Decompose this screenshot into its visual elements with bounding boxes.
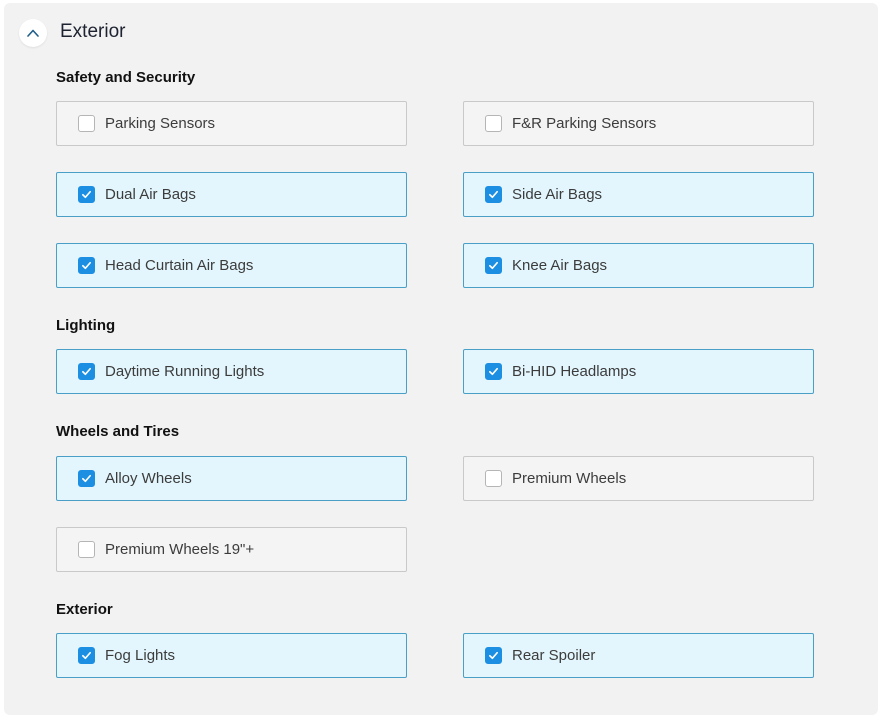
checkbox[interactable] (78, 115, 95, 132)
checkmark-icon (489, 261, 498, 270)
option-label: Knee Air Bags (512, 257, 608, 274)
checkbox[interactable] (78, 647, 95, 664)
option-label: Side Air Bags (512, 186, 603, 203)
chevron-up-icon (27, 29, 39, 37)
checkbox[interactable] (485, 647, 502, 664)
checkmark-icon (82, 190, 91, 199)
group-title-wheels-tires: Wheels and Tires (56, 423, 180, 440)
checkbox[interactable] (78, 470, 95, 487)
option-parking-sensors[interactable]: Parking Sensors (56, 101, 407, 146)
section-title: Exterior (60, 21, 126, 42)
checkbox[interactable] (78, 186, 95, 203)
checkmark-icon (489, 190, 498, 199)
option-rear-spoiler[interactable]: Rear Spoiler (463, 633, 814, 678)
checkmark-icon (489, 367, 498, 376)
option-label: Parking Sensors (105, 115, 216, 132)
option-label: Bi-HID Headlamps (512, 363, 637, 380)
option-daytime-running-lights[interactable]: Daytime Running Lights (56, 349, 407, 394)
option-label: Alloy Wheels (105, 470, 192, 487)
option-label: Head Curtain Air Bags (105, 257, 254, 274)
checkmark-icon (82, 367, 91, 376)
option-side-air-bags[interactable]: Side Air Bags (463, 172, 814, 217)
group-title-lighting: Lighting (56, 317, 116, 334)
checkbox[interactable] (78, 363, 95, 380)
checkbox[interactable] (485, 470, 502, 487)
option-label: Daytime Running Lights (105, 363, 265, 380)
checkbox[interactable] (78, 257, 95, 274)
checkmark-icon (82, 651, 91, 660)
checkbox[interactable] (485, 186, 502, 203)
checkmark-icon (489, 651, 498, 660)
option-label: Fog Lights (105, 647, 176, 664)
option-head-curtain-air-bags[interactable]: Head Curtain Air Bags (56, 243, 407, 288)
option-label: Dual Air Bags (105, 186, 196, 203)
checkbox[interactable] (485, 363, 502, 380)
checkbox[interactable] (78, 541, 95, 558)
option-label: Premium Wheels (512, 470, 627, 487)
collapse-toggle-button[interactable] (19, 19, 47, 47)
option-label: F&R Parking Sensors (512, 115, 657, 132)
group-title-exterior: Exterior (56, 601, 113, 618)
group-title-safety: Safety and Security (56, 69, 196, 86)
option-dual-air-bags[interactable]: Dual Air Bags (56, 172, 407, 217)
option-fr-parking-sensors[interactable]: F&R Parking Sensors (463, 101, 814, 146)
option-premium-wheels[interactable]: Premium Wheels (463, 456, 814, 501)
option-alloy-wheels[interactable]: Alloy Wheels (56, 456, 407, 501)
option-knee-air-bags[interactable]: Knee Air Bags (463, 243, 814, 288)
checkmark-icon (82, 474, 91, 483)
option-label: Premium Wheels 19"+ (105, 541, 255, 558)
option-premium-wheels-19[interactable]: Premium Wheels 19"+ (56, 527, 407, 572)
option-bi-hid-headlamps[interactable]: Bi-HID Headlamps (463, 349, 814, 394)
option-fog-lights[interactable]: Fog Lights (56, 633, 407, 678)
option-label: Rear Spoiler (512, 647, 596, 664)
checkbox[interactable] (485, 257, 502, 274)
checkbox[interactable] (485, 115, 502, 132)
checkmark-icon (82, 261, 91, 270)
